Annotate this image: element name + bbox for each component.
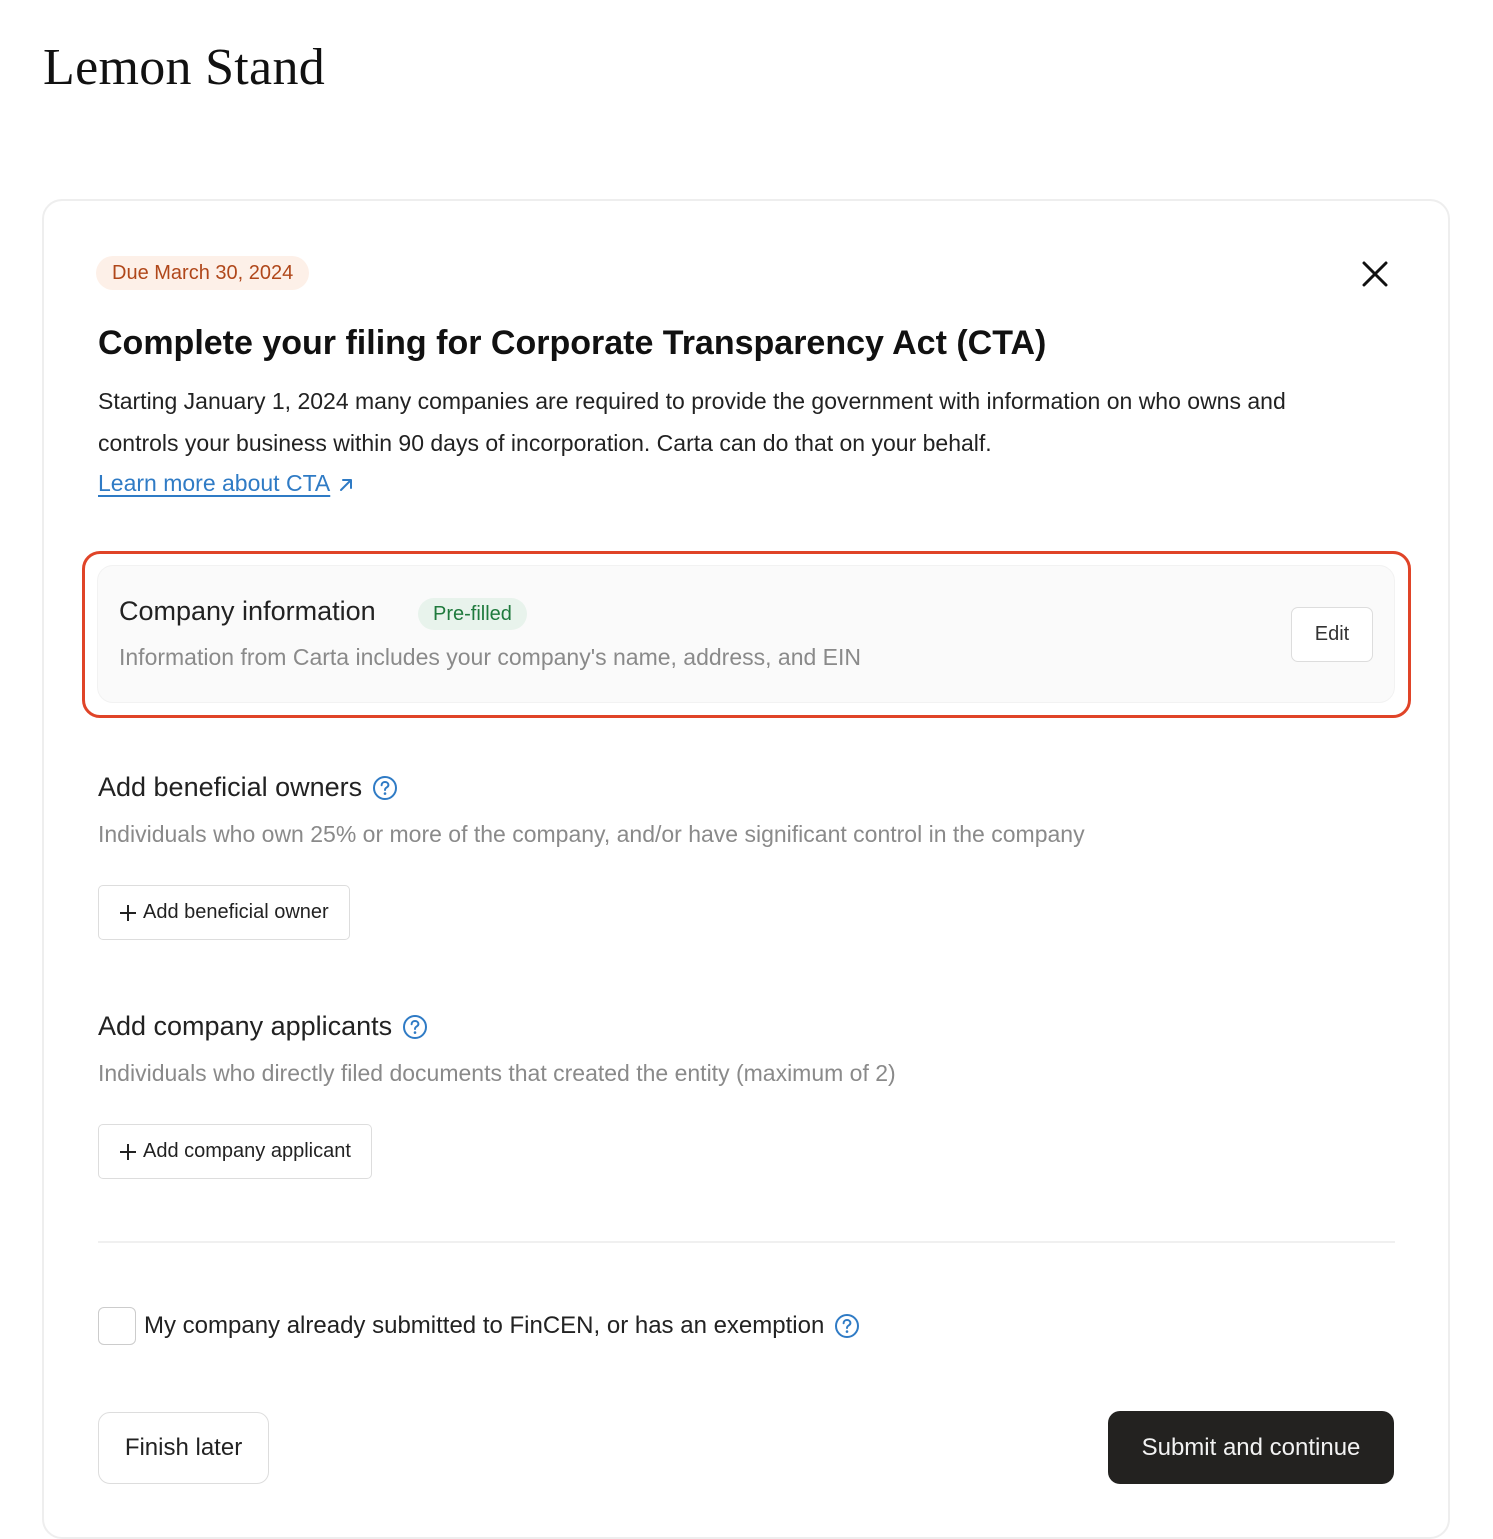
due-date-badge: Due March 30, 2024 bbox=[96, 256, 310, 290]
question-circle-icon[interactable] bbox=[834, 1313, 860, 1339]
page-title: Complete your filing for Corporate Trans… bbox=[98, 324, 1047, 362]
learn-more-label: Learn more about CTA bbox=[98, 470, 331, 496]
exemption-checkbox-row: My company already submitted to FinCEN, … bbox=[98, 1307, 860, 1345]
exemption-checkbox[interactable] bbox=[98, 1307, 136, 1345]
close-icon bbox=[1362, 261, 1388, 287]
question-circle-icon[interactable] bbox=[372, 775, 398, 801]
external-link-arrow-icon bbox=[338, 466, 354, 504]
highlight-outline bbox=[82, 551, 1411, 718]
add-beneficial-owner-label: Add beneficial owner bbox=[143, 901, 329, 923]
company-name: Lemon Stand bbox=[43, 39, 326, 96]
prefilled-badge: Pre-filled bbox=[418, 598, 527, 630]
close-button[interactable] bbox=[1356, 255, 1394, 293]
beneficial-owners-description: Individuals who own 25% or more of the c… bbox=[98, 821, 1085, 847]
beneficial-owners-title-text: Add beneficial owners bbox=[98, 772, 363, 802]
add-company-applicant-label: Add company applicant bbox=[143, 1140, 351, 1162]
add-company-applicant-button[interactable]: Add company applicant bbox=[98, 1124, 372, 1179]
company-information-title: Company information bbox=[119, 596, 376, 626]
finish-later-button[interactable]: Finish later bbox=[98, 1412, 269, 1484]
plus-icon bbox=[119, 904, 137, 922]
edit-company-info-button[interactable]: Edit bbox=[1291, 607, 1373, 662]
plus-icon bbox=[119, 1143, 137, 1161]
exemption-checkbox-label[interactable]: My company already submitted to FinCEN, … bbox=[144, 1312, 824, 1340]
intro-text: Starting January 1, 2024 many companies … bbox=[98, 388, 1286, 456]
question-circle-icon[interactable] bbox=[402, 1014, 428, 1040]
company-information-description: Information from Carta includes your com… bbox=[119, 644, 862, 670]
add-beneficial-owner-button[interactable]: Add beneficial owner bbox=[98, 885, 350, 940]
company-applicants-title: Add company applicants bbox=[98, 1011, 428, 1042]
submit-and-continue-button[interactable]: Submit and continue bbox=[1108, 1411, 1394, 1484]
company-applicants-title-text: Add company applicants bbox=[98, 1011, 393, 1041]
company-applicants-description: Individuals who directly filed documents… bbox=[98, 1060, 896, 1086]
learn-more-link[interactable]: Learn more about CTA bbox=[98, 464, 354, 504]
beneficial-owners-title: Add beneficial owners bbox=[98, 772, 398, 803]
section-divider bbox=[98, 1241, 1395, 1243]
